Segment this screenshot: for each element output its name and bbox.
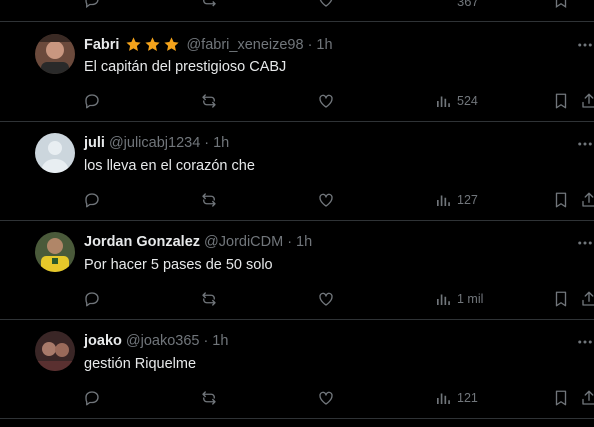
avatar[interactable] — [35, 133, 75, 173]
bookmark-icon[interactable] — [552, 190, 570, 210]
user-handle[interactable]: @JordiCDM — [204, 234, 283, 250]
more-options-icon[interactable] — [576, 36, 594, 54]
tweet-actions: 1 mil — [0, 289, 594, 309]
tweet-header: juli @julicabj1234 · 1h — [84, 135, 229, 151]
user-handle[interactable]: @joako365 — [126, 333, 200, 349]
more-options-icon[interactable] — [576, 333, 594, 351]
display-name[interactable]: joako — [84, 333, 122, 349]
display-name[interactable]: Jordan Gonzalez — [84, 234, 200, 250]
separator-dot: · — [287, 234, 293, 250]
timestamp[interactable]: 1h — [213, 135, 229, 151]
retweet-icon[interactable] — [200, 388, 218, 408]
tweet-text: gestión Riquelme — [84, 356, 197, 372]
bookmark-icon[interactable] — [552, 388, 570, 408]
views-button[interactable]: 121 — [434, 388, 478, 408]
badge-group — [125, 36, 180, 53]
partial-tweet-top: 367 — [0, 0, 594, 22]
timestamp[interactable]: 1h — [296, 234, 312, 250]
views-count: 524 — [457, 94, 478, 108]
reply-icon[interactable] — [83, 289, 101, 309]
tweet-actions: 121 — [0, 388, 594, 408]
share-icon[interactable] — [580, 91, 594, 111]
bookmark-icon[interactable] — [552, 289, 570, 309]
timestamp[interactable]: 1h — [212, 333, 228, 349]
user-handle[interactable]: @fabri_xeneize98 — [186, 37, 303, 53]
display-name[interactable]: Fabri — [84, 37, 119, 53]
star-icon — [164, 37, 180, 51]
retweet-icon[interactable] — [200, 289, 218, 309]
views-count: 367 — [457, 0, 479, 9]
reply-icon[interactable] — [83, 190, 101, 210]
tweet-actions: 127 — [0, 190, 594, 210]
views-button[interactable]: 127 — [434, 190, 478, 210]
like-icon[interactable] — [317, 388, 335, 408]
tweet-item[interactable]: joako @joako365 · 1h gestión Riquelme 12… — [0, 319, 594, 419]
views-count: 121 — [457, 391, 478, 405]
reply-icon[interactable] — [83, 91, 101, 111]
like-icon[interactable] — [317, 91, 335, 111]
timestamp[interactable]: 1h — [316, 37, 332, 53]
retweet-icon[interactable] — [200, 91, 218, 111]
views-chart-icon — [437, 294, 450, 305]
tweet-text: los lleva en el corazón che — [84, 158, 255, 174]
tweet-actions: 524 — [0, 91, 594, 111]
views-chart-icon — [437, 393, 450, 404]
tweet-header: Jordan Gonzalez @JordiCDM · 1h — [84, 234, 312, 250]
separator-dot: · — [204, 135, 210, 151]
more-options-icon[interactable] — [576, 135, 594, 153]
tweet-header: Fabri @fabri_xeneize98 · 1h — [84, 36, 333, 53]
share-icon[interactable] — [580, 289, 594, 309]
views-button[interactable]: 1 mil — [434, 289, 483, 309]
retweet-icon[interactable] — [200, 0, 218, 14]
views-count: 1 mil — [457, 292, 484, 306]
reply-icon[interactable] — [83, 388, 101, 408]
separator-dot: · — [307, 36, 313, 53]
tweet-item[interactable]: juli @julicabj1234 · 1h los lleva en el … — [0, 121, 594, 221]
star-icon — [145, 37, 161, 51]
tweet-text: El capitán del prestigioso CABJ — [84, 59, 287, 75]
retweet-icon[interactable] — [200, 190, 218, 210]
views-chart-icon — [437, 195, 450, 206]
separator-dot: · — [203, 333, 209, 349]
tweet-item[interactable]: Fabri @fabri_xeneize98 · 1h El capitán d… — [0, 22, 594, 122]
tweet-header: joako @joako365 · 1h — [84, 333, 228, 349]
avatar[interactable] — [35, 331, 75, 371]
user-handle[interactable]: @julicabj1234 — [109, 135, 200, 151]
star-icon — [126, 37, 142, 51]
tweet-text: Por hacer 5 pases de 50 solo — [84, 257, 273, 273]
like-icon[interactable] — [317, 0, 335, 14]
avatar[interactable] — [35, 34, 75, 74]
views-button[interactable]: 524 — [434, 91, 478, 111]
views-chart-icon — [437, 96, 450, 107]
reply-icon[interactable] — [83, 0, 101, 14]
share-icon[interactable] — [580, 190, 594, 210]
display-name[interactable]: juli — [84, 135, 105, 151]
avatar[interactable] — [35, 232, 75, 272]
like-icon[interactable] — [317, 190, 335, 210]
share-icon[interactable] — [580, 388, 594, 408]
tweet-item[interactable]: Jordan Gonzalez @JordiCDM · 1h Por hacer… — [0, 220, 594, 320]
bookmark-icon[interactable] — [552, 91, 570, 111]
bookmark-icon[interactable] — [552, 0, 570, 14]
more-options-icon[interactable] — [576, 234, 594, 252]
like-icon[interactable] — [317, 289, 335, 309]
views-count: 127 — [457, 193, 478, 207]
